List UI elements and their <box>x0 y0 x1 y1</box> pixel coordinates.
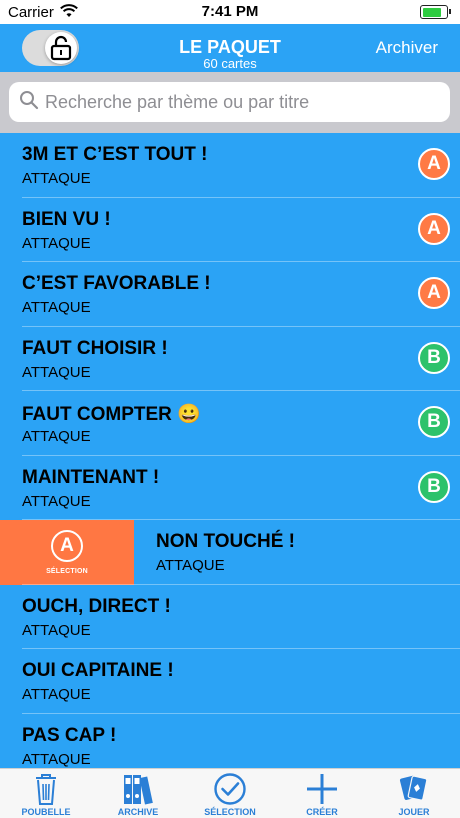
card-title: OUCH, DIRECT ! <box>22 595 171 617</box>
card-row-content: OUI CAPITAINE ! ATTAQUE <box>0 649 460 714</box>
search-field[interactable] <box>9 82 450 122</box>
tab-trash[interactable]: POUBELLE <box>0 769 92 818</box>
card-row[interactable]: C’EST FAVORABLE ! ATTAQUE A <box>0 262 460 327</box>
selection-action-button[interactable]: A SÉLECTION <box>0 520 134 585</box>
card-title: C’EST FAVORABLE ! <box>22 273 211 294</box>
search-input[interactable] <box>45 91 445 113</box>
card-row[interactable]: PAS CAP ! ATTAQUE <box>0 713 460 769</box>
card-category: ATTAQUE <box>22 299 91 316</box>
level-badge: A <box>418 212 450 245</box>
card-row-content: 3M ET C’EST TOUT ! ATTAQUE A <box>0 133 460 198</box>
card-row-content: MAINTENANT ! ATTAQUE B <box>0 456 460 521</box>
archive-button[interactable]: Archiver <box>376 38 438 58</box>
selection-badge: A <box>51 529 83 562</box>
card-row[interactable]: BIEN VU ! ATTAQUE A <box>0 197 460 263</box>
status-time: 7:41 PM <box>201 3 259 20</box>
card-row[interactable]: FAUT COMPTER 😀 ATTAQUE B <box>0 391 460 456</box>
card-category: ATTAQUE <box>22 363 91 381</box>
card-row[interactable]: 3M ET C’EST TOUT ! ATTAQUE A <box>0 133 460 198</box>
card-row-content: BIEN VU ! ATTAQUE A <box>0 198 460 263</box>
tab-label-trash: POUBELLE <box>21 807 71 817</box>
tab-label-archive: ARCHIVE <box>117 807 159 817</box>
card-row-content: C’EST FAVORABLE ! ATTAQUE A <box>0 262 460 327</box>
check-circle-icon <box>214 773 246 805</box>
card-category: ATTAQUE <box>22 428 91 445</box>
card-row[interactable]: OUI CAPITAINE ! ATTAQUE <box>0 649 460 714</box>
status-bar: Carrier 7:41 PM <box>0 0 460 24</box>
card-row[interactable]: OUCH, DIRECT ! ATTAQUE <box>0 584 460 650</box>
card-category: ATTAQUE <box>22 621 91 639</box>
card-category: ATTAQUE <box>22 234 91 252</box>
card-title: NON TOUCHÉ ! <box>156 531 295 552</box>
selection-action-label: SÉLECTION <box>46 567 88 575</box>
battery-level <box>422 7 442 17</box>
card-row[interactable]: A SÉLECTION NON TOUCHÉ ! ATTAQUE <box>0 520 460 585</box>
card-row-content: FAUT CHOISIR ! ATTAQUE B <box>0 327 460 392</box>
level-badge: A <box>418 277 450 309</box>
card-list[interactable]: 3M ET C’EST TOUT ! ATTAQUE A BIEN VU ! ATTAQ… <box>0 133 460 768</box>
tab-label-selection: SÉLECTION <box>204 807 256 817</box>
card-title: 3M ET C’EST TOUT ! <box>22 144 208 165</box>
level-badge: B <box>418 341 450 374</box>
card-category: ATTAQUE <box>22 686 91 703</box>
level-badge: B <box>418 470 450 503</box>
binders-icon <box>124 775 153 805</box>
tab-create[interactable]: CRÉER <box>276 769 368 818</box>
card-count: 60 cartes <box>203 56 257 71</box>
card-title: FAUT CHOISIR ! <box>22 337 168 359</box>
card-row-content: OUCH, DIRECT ! ATTAQUE <box>0 585 460 650</box>
battery-icon <box>420 5 451 19</box>
tab-label-create: CRÉER <box>306 807 338 817</box>
card-row[interactable]: FAUT CHOISIR ! ATTAQUE B <box>0 326 460 392</box>
plus-icon <box>307 774 337 804</box>
trash-icon <box>36 774 56 805</box>
card-row-content: NON TOUCHÉ ! ATTAQUE <box>134 520 460 585</box>
card-title: MAINTENANT ! <box>22 466 160 488</box>
card-title: BIEN VU ! <box>22 208 111 230</box>
card-row[interactable]: MAINTENANT ! ATTAQUE B <box>0 455 460 521</box>
card-title: PAS CAP ! <box>22 724 117 746</box>
tab-bar: POUBELLE ARCHIVE SÉLECTION CRÉER JOUER <box>0 768 460 818</box>
level-badge: A <box>418 148 450 180</box>
navigation-bar: LE PAQUET 60 cartes Archiver <box>0 24 460 72</box>
search-bar <box>0 72 460 133</box>
card-category: ATTAQUE <box>22 750 91 768</box>
card-category: ATTAQUE <box>22 170 91 187</box>
card-category: ATTAQUE <box>22 492 91 510</box>
card-row-content: FAUT COMPTER 😀 ATTAQUE B <box>0 391 460 456</box>
tab-selection[interactable]: SÉLECTION <box>184 769 276 818</box>
search-icon <box>19 90 39 115</box>
card-title: FAUT COMPTER 😀 <box>22 404 201 425</box>
cards-icon <box>399 775 428 801</box>
tab-label-play: JOUER <box>398 807 430 817</box>
card-row-content: PAS CAP ! ATTAQUE <box>0 714 460 769</box>
card-title: OUI CAPITAINE ! <box>22 660 174 681</box>
tab-play[interactable]: JOUER <box>368 769 460 818</box>
level-badge: B <box>418 406 450 438</box>
tab-archive[interactable]: ARCHIVE <box>92 769 184 818</box>
card-category: ATTAQUE <box>156 557 225 574</box>
